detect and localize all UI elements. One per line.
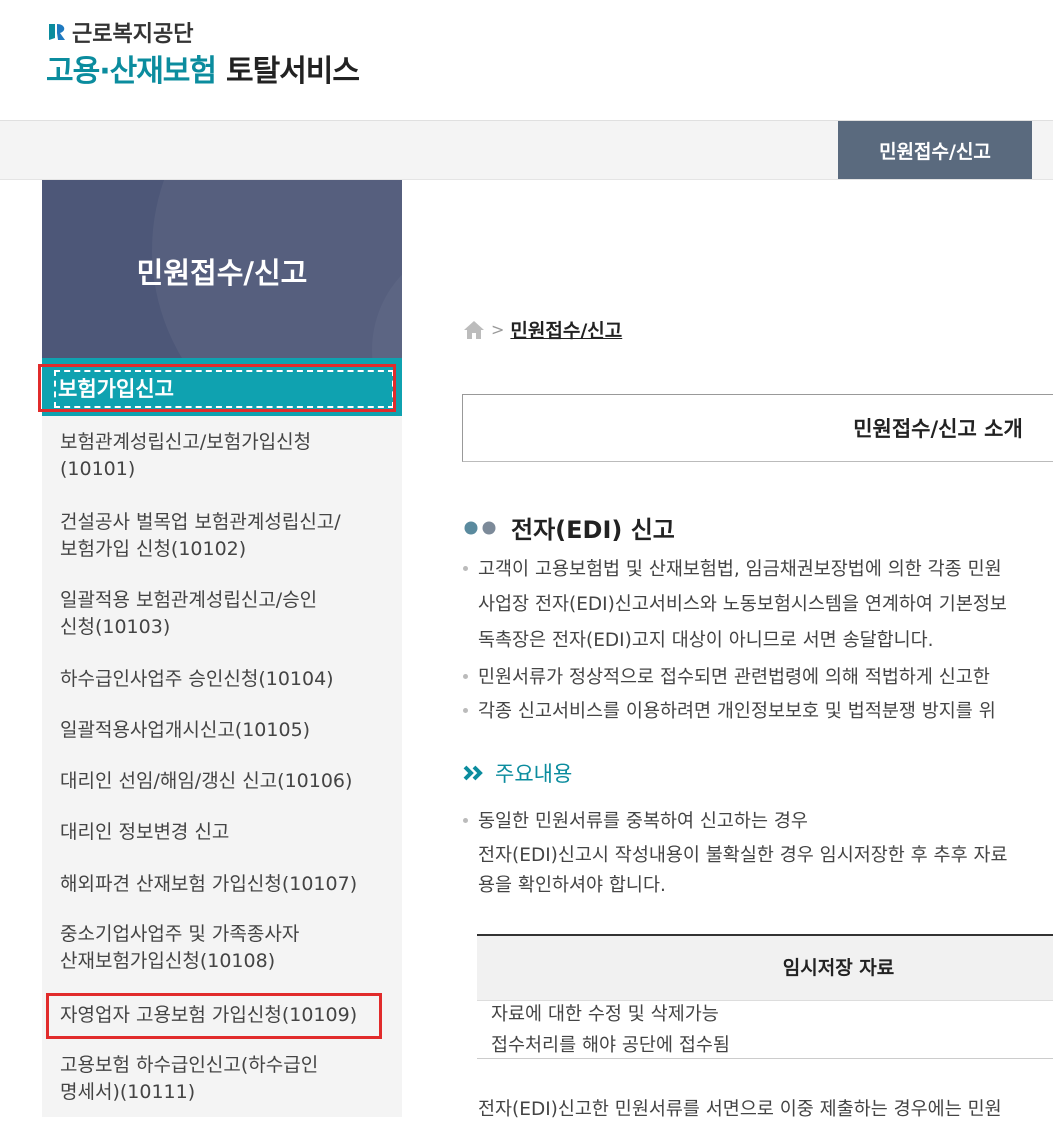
intro-title-box: 민원접수/신고 소개	[462, 394, 1053, 462]
sidebar-subitem-10101[interactable]: 보험관계성립신고/보험가입신청 (10101)	[60, 429, 390, 483]
sidebar-subitem-10102[interactable]: 건설공사 벌목업 보험관계성립신고/ 보험가입 신청(10102)	[60, 509, 390, 563]
bullet-icon	[463, 708, 468, 713]
bullet-icon	[463, 818, 468, 823]
sidebar-subitem-10104[interactable]: 하수급인사업주 승인신청(10104)	[60, 666, 390, 693]
subitem-line: 중소기업사업주 및 가족종사자	[60, 923, 300, 945]
comwel-logo-icon	[49, 24, 65, 40]
bullet-item: 동일한 민원서류를 중복하여 신고하는 경우	[463, 809, 808, 835]
org-logo[interactable]: 근로복지공단	[46, 16, 193, 48]
subitem-line: 명세서)(10111)	[60, 1081, 196, 1103]
table-header: 임시저장 자료	[477, 934, 1053, 1001]
subitem-line: 산재보험가입신청(10108)	[60, 950, 276, 972]
sidebar-subitem-agent-info[interactable]: 대리인 정보변경 신고	[60, 819, 390, 846]
subitem-line: 건설공사 벌목업 보험관계성립신고/	[60, 511, 341, 533]
subitem-line: 보험가입 신청(10102)	[60, 538, 247, 560]
bullet-text: 각종 신고서비스를 이용하려면 개인정보보호 및 법적분쟁 방지를 위	[478, 701, 996, 722]
table-divider	[477, 1058, 1053, 1059]
subitem-line: (10101)	[60, 458, 136, 480]
bullet-text: 고객이 고용보험법 및 산재보험법, 임금채권보장법에 의한 각종 민원	[478, 559, 1002, 580]
bullet-icon	[463, 674, 468, 679]
highlight-box	[38, 364, 396, 412]
bullet-text: 민원서류가 정상적으로 접수되면 관련법령에 의해 적법하게 신고한	[478, 667, 990, 688]
double-dot-icon	[464, 521, 496, 534]
highlight-box	[46, 993, 382, 1039]
chevron-right-icon: >	[491, 320, 505, 339]
table-row: 접수처리를 해야 공단에 접수됨	[491, 1035, 730, 1056]
service-title-dark: 토탈서비스	[226, 54, 360, 89]
bullet-continuation: 전자(EDI)신고시 작성내용이 불확실한 경우 임시저장한 후 추후 자료	[478, 845, 1008, 866]
subitem-line: 신청(10103)	[60, 616, 171, 638]
table-row: 자료에 대한 수정 및 삭제가능	[491, 1004, 719, 1025]
double-chevron-right-icon	[463, 765, 483, 781]
bullet-continuation: 독촉장은 전자(EDI)고지 대상이 아니므로 서면 송달합니다.	[478, 630, 934, 651]
sidebar-subitem-10106[interactable]: 대리인 선임/해임/갱신 신고(10106)	[60, 768, 390, 795]
breadcrumb: > 민원접수/신고	[463, 316, 622, 343]
intro-title: 민원접수/신고 소개	[853, 417, 1023, 441]
main-nav: 민원접수/신고	[0, 120, 1053, 180]
bullet-item: 민원서류가 정상적으로 접수되면 관련법령에 의해 적법하게 신고한	[463, 665, 990, 691]
subitem-line: 고용보험 하수급인신고(하수급인	[60, 1054, 319, 1076]
sidebar-subitem-10111[interactable]: 고용보험 하수급인신고(하수급인 명세서)(10111)	[60, 1052, 390, 1106]
subsection-heading: 주요내용	[463, 758, 572, 788]
sidebar-header: 민원접수/신고	[42, 180, 402, 358]
bullet-text: 동일한 민원서류를 중복하여 신고하는 경우	[478, 811, 808, 832]
bullet-icon	[463, 566, 468, 571]
site-header: 근로복지공단 고용·산재보험 토탈서비스	[0, 0, 1053, 120]
section-heading: 전자(EDI) 신고	[463, 510, 675, 545]
sidebar-title: 민원접수/신고	[136, 256, 308, 290]
service-title-teal: 고용·산재보험	[46, 54, 217, 89]
sidebar-subitem-10103[interactable]: 일괄적용 보험관계성립신고/승인 신청(10103)	[60, 587, 390, 641]
subitem-line: 일괄적용 보험관계성립신고/승인	[60, 589, 318, 611]
home-icon[interactable]	[463, 320, 485, 340]
sidebar-subitem-10108[interactable]: 중소기업사업주 및 가족종사자 산재보험가입신청(10108)	[60, 921, 390, 975]
table-header-cell: 임시저장 자료	[782, 957, 895, 979]
org-name: 근로복지공단	[72, 22, 194, 47]
sidebar-subitem-10105[interactable]: 일괄적용사업개시신고(10105)	[60, 717, 390, 744]
bullet-item: 고객이 고용보험법 및 산재보험법, 임금채권보장법에 의한 각종 민원	[463, 557, 1002, 583]
bullet-item: 각종 신고서비스를 이용하려면 개인정보보호 및 법적분쟁 방지를 위	[463, 699, 996, 725]
subitem-line: 보험관계성립신고/보험가입신청	[60, 431, 312, 453]
service-title[interactable]: 고용·산재보험 토탈서비스	[46, 46, 360, 90]
footer-text: 전자(EDI)신고한 민원서류를 서면으로 이중 제출하는 경우에는 민원	[478, 1099, 1002, 1120]
bullet-continuation: 사업장 전자(EDI)신고서비스와 노동보험시스템을 연계하여 기본정보	[478, 594, 1007, 615]
breadcrumb-current[interactable]: 민원접수/신고	[510, 316, 622, 343]
bullet-continuation: 용을 확인하셔야 합니다.	[478, 875, 666, 896]
nav-item-civil-petition[interactable]: 민원접수/신고	[838, 121, 1032, 179]
sidebar-subitem-10107[interactable]: 해외파견 산재보험 가입신청(10107)	[60, 871, 390, 898]
subsection-title: 주요내용	[495, 762, 573, 786]
section-title: 전자(EDI) 신고	[511, 516, 675, 544]
